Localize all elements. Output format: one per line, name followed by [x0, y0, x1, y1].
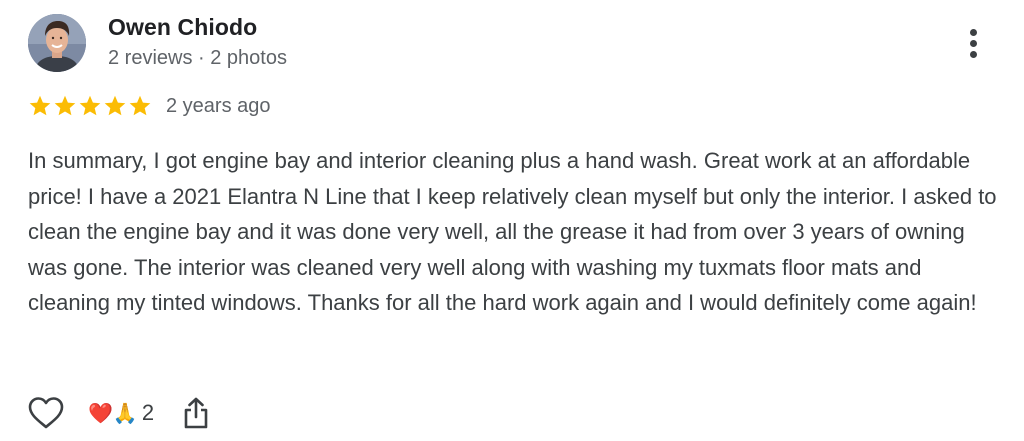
avatar[interactable]	[28, 14, 86, 72]
more-vertical-icon-dot	[970, 51, 977, 58]
share-button[interactable]	[180, 394, 212, 432]
star-rating	[28, 94, 152, 118]
rating-row: 2 years ago	[28, 92, 271, 120]
review-date: 2 years ago	[166, 94, 271, 117]
review-card: Owen Chiodo 2 reviews · 2 photos 2 years…	[0, 0, 1024, 441]
share-icon	[184, 397, 208, 429]
author-meta: 2 reviews · 2 photos	[108, 47, 287, 69]
review-text: In summary, I got engine bay and interio…	[28, 148, 997, 316]
reactions[interactable]: ❤️🙏 2	[88, 400, 154, 426]
more-vertical-icon	[970, 29, 977, 36]
more-vertical-icon-dot	[970, 40, 977, 47]
review-actions: ❤️🙏 2	[26, 394, 212, 432]
reaction-emojis: ❤️🙏	[88, 401, 138, 425]
avatar-image	[28, 14, 86, 72]
star-icon	[54, 95, 76, 116]
star-icon	[79, 95, 101, 116]
star-icon	[104, 95, 126, 116]
star-icon	[29, 95, 51, 116]
like-button[interactable]	[26, 394, 66, 432]
more-options-button[interactable]	[958, 26, 990, 62]
star-icon	[129, 95, 151, 116]
reaction-count: 2	[141, 400, 155, 425]
author-name[interactable]: Owen Chiodo	[108, 14, 257, 41]
heart-outline-icon	[28, 397, 64, 429]
